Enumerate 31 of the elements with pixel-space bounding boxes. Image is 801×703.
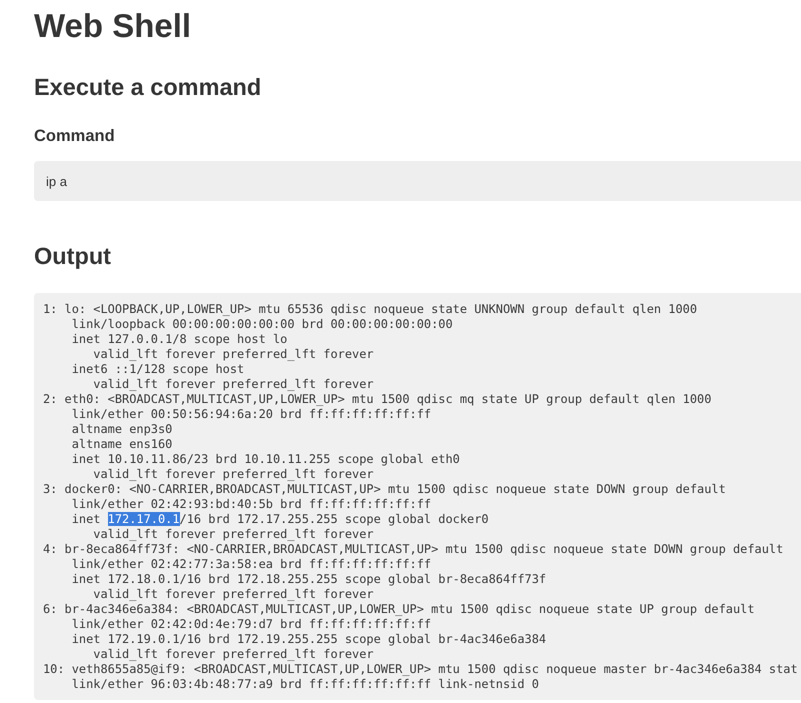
output-line: altname ens160: [72, 437, 172, 452]
output-line: link/ether 02:42:77:3a:58:ea brd ff:ff:ff:ff:ff:ff: [72, 557, 432, 572]
output-line: 3: docker0: <NO-CARRIER,BROADCAST,MULTICAST,UP> mtu 1500 qdisc noqueue state DOWN group default: [43, 482, 726, 497]
output-line: link/ether 00:50:56:94:6a:20 brd ff:ff:ff:ff:ff:ff: [72, 407, 432, 422]
section-heading: Execute a command: [34, 73, 262, 102]
output-line: link/ether 02:42:0d:4e:79:d7 brd ff:ff:ff:ff:ff:ff: [72, 617, 432, 632]
output-line: valid_lft forever preferred_lft forever: [93, 467, 374, 482]
output-line: link/ether 02:42:93:bd:40:5b brd ff:ff:ff:ff:ff:ff: [72, 497, 432, 512]
output-line: valid_lft forever preferred_lft forever: [93, 587, 374, 602]
section-heading: Output: [34, 242, 111, 271]
output-line: inet 172.17.0.1/16 brd 172.17.255.255 scope global docker0: [72, 512, 489, 527]
output-line: inet 172.18.0.1/16 brd 172.18.255.255 scope global br-8eca864ff73f: [72, 572, 546, 587]
field-label: Command: [34, 126, 115, 146]
output-line: 10: veth8655a85@if9: <BROADCAST,MULTICAST,UP,LOWER_UP> mtu 1500 qdisc noqueue master br-4ac346e6a384 stat: [43, 662, 798, 677]
output-line: valid_lft forever preferred_lft forever: [93, 377, 374, 392]
output-line: 1: lo: <LOOPBACK,UP,LOWER_UP> mtu 65536 qdisc noqueue state UNKNOWN group default qlen 1000: [43, 302, 698, 317]
output-line: 2: eth0: <BROADCAST,MULTICAST,UP,LOWER_UP> mtu 1500 qdisc mq state UP group default qlen 1000: [43, 392, 712, 407]
output-line: inet 10.10.11.86/23 brd 10.10.11.255 scope global eth0: [72, 452, 460, 467]
output-line: link/ether 96:03:4b:48:77:a9 brd ff:ff:ff:ff:ff:ff link-netnsid 0: [72, 677, 539, 692]
output-line: altname enp3s0: [72, 422, 172, 437]
output-line: 4: br-8eca864ff73f: <NO-CARRIER,BROADCAST,MULTICAST,UP> mtu 1500 qdisc noqueue state DOWN group default: [43, 542, 784, 557]
output-line: valid_lft forever preferred_lft forever: [93, 527, 374, 542]
page-title: Web Shell: [34, 6, 192, 46]
output-line: 6: br-4ac346e6a384: <BROADCAST,MULTICAST,UP,LOWER_UP> mtu 1500 qdisc noqueue state UP group default: [43, 602, 755, 617]
output-line: inet 172.19.0.1/16 brd 172.19.255.255 scope global br-4ac346e6a384: [72, 632, 546, 647]
output-line: valid_lft forever preferred_lft forever: [93, 347, 374, 362]
command-input[interactable]: ip a: [34, 161, 801, 201]
output-line: inet6 ::1/128 scope host: [72, 362, 244, 377]
output-line: inet 127.0.0.1/8 scope host lo: [72, 332, 288, 347]
output-line: valid_lft forever preferred_lft forever: [93, 647, 374, 662]
output-line: link/loopback 00:00:00:00:00:00 brd 00:00:00:00:00:00: [72, 317, 453, 332]
